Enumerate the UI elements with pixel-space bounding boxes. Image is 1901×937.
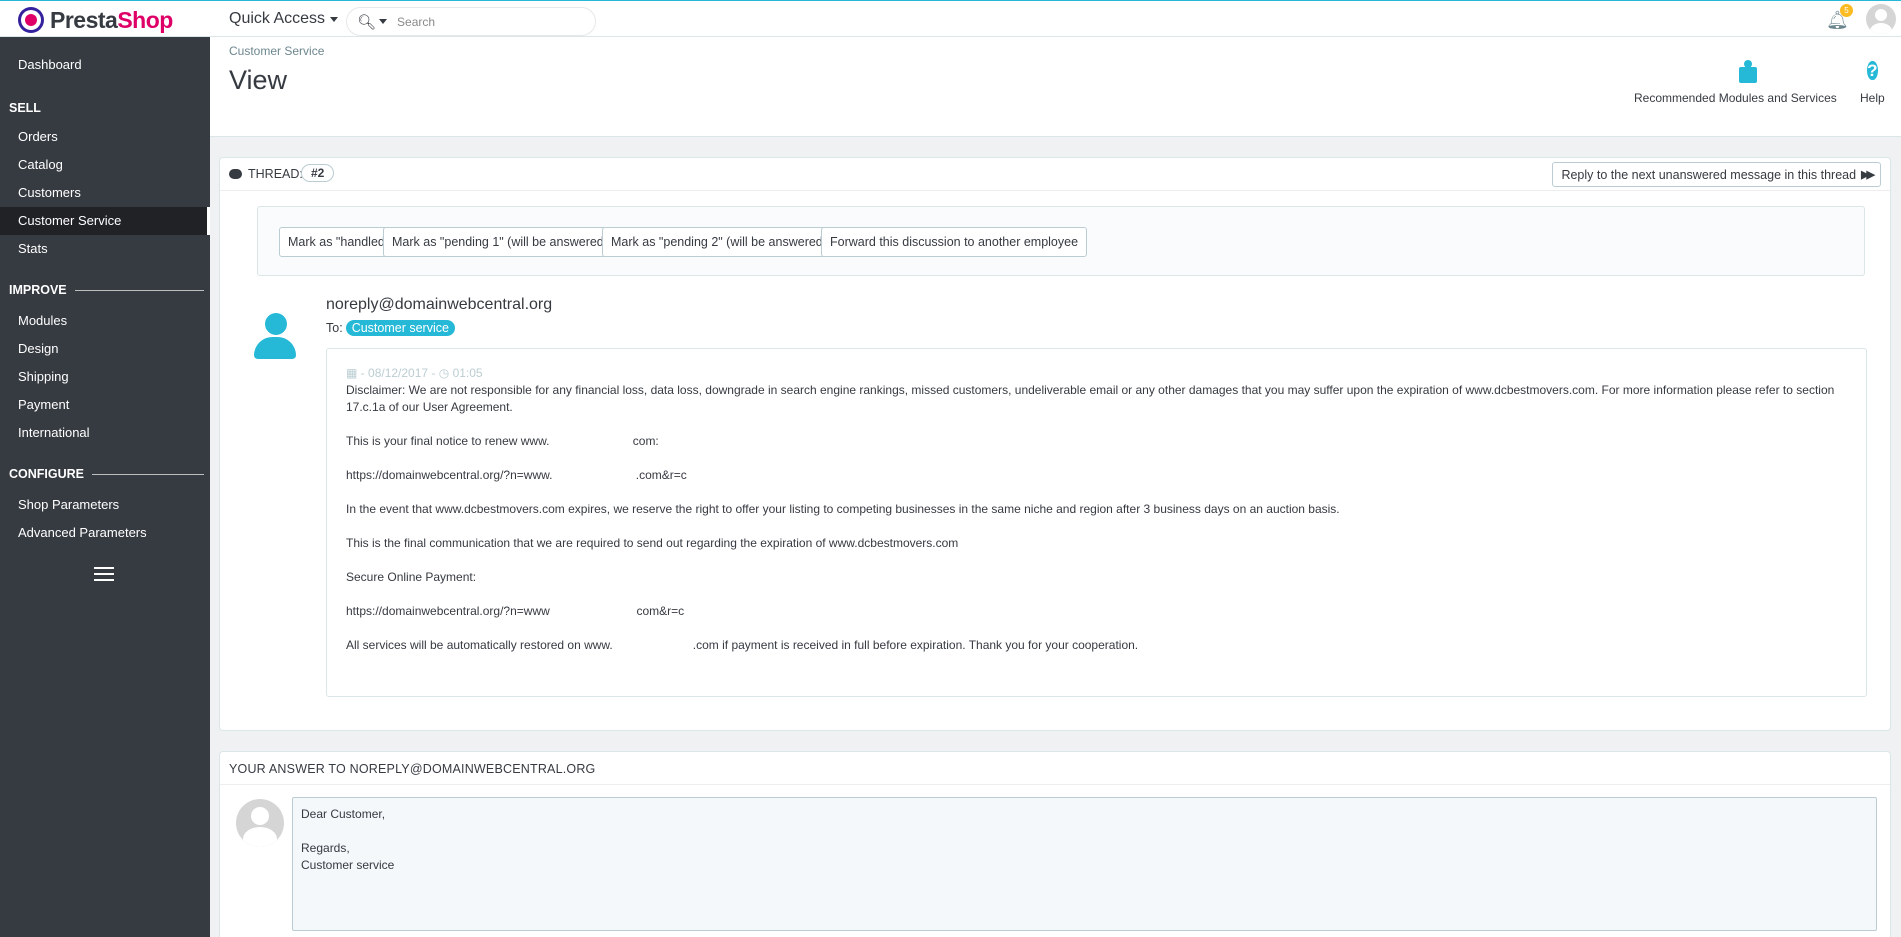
section-divider	[74, 289, 204, 291]
notification-badge: 5	[1840, 4, 1853, 17]
search-icon[interactable]: 🔍︎	[357, 13, 376, 31]
top-bar: PrestaShop Quick Access 🔍︎ 🔔︎ 5	[0, 0, 1901, 37]
help-icon: ?	[1867, 61, 1878, 80]
message-paragraph: https://domainwebcentral.org/?n=www com&…	[346, 604, 685, 618]
section-divider	[92, 473, 204, 475]
answer-heading: YOUR ANSWER TO NOREPLY@DOMAINWEBCENTRAL.…	[220, 752, 1890, 785]
quick-access-dropdown[interactable]: Quick Access	[229, 10, 339, 28]
sidebar-item-modules[interactable]: Modules	[0, 307, 210, 335]
sidebar-item-dashboard[interactable]: Dashboard	[0, 51, 210, 79]
mark-handled-button[interactable]: Mark as "handled"	[279, 227, 399, 257]
message-paragraph: Disclaimer: We are not responsible for a…	[346, 383, 1835, 414]
fast-forward-icon: ▶▶	[1861, 169, 1875, 181]
breadcrumb[interactable]: Customer Service	[229, 44, 324, 58]
recipient-badge: Customer service	[345, 320, 455, 336]
message-paragraph: Secure Online Payment:	[346, 570, 477, 584]
sidebar-item-international[interactable]: International	[0, 419, 210, 447]
caret-down-icon	[330, 16, 339, 22]
answer-textarea[interactable]: Dear Customer, Regards, Customer service	[292, 797, 1877, 931]
search-input[interactable]	[397, 14, 578, 29]
calendar-icon: ▦	[346, 366, 358, 380]
message-paragraph: All services will be automatically resto…	[346, 638, 1139, 652]
message-body: Disclaimer: We are not responsible for a…	[346, 382, 1846, 671]
sender-email: noreply@domainwebcentral.org	[326, 296, 553, 313]
message-meta: ▦ - 08/12/2017 - ◷ 01:05	[346, 366, 483, 380]
help-button[interactable]: ? Help	[1860, 59, 1885, 105]
sidebar-item-catalog[interactable]: Catalog	[0, 151, 210, 179]
thread-heading: THREAD: #2 Reply to the next unanswered …	[220, 158, 1890, 191]
recipient-line: To: Customer service	[326, 320, 455, 336]
sidebar-section-improve: IMPROVE	[9, 280, 204, 300]
answer-panel: YOUR ANSWER TO NOREPLY@DOMAINWEBCENTRAL.…	[219, 751, 1891, 937]
forward-discussion-button[interactable]: Forward this discussion to another emplo…	[821, 227, 1088, 257]
search-bar: 🔍︎	[346, 7, 596, 36]
sidebar-section-sell: SELL	[9, 101, 41, 115]
thread-id-badge: #2	[301, 164, 335, 182]
comments-icon	[229, 169, 242, 179]
sidebar-item-design[interactable]: Design	[0, 335, 210, 363]
message-content: ▦ - 08/12/2017 - ◷ 01:05 Disclaimer: We …	[326, 348, 1867, 697]
thread-panel: THREAD: #2 Reply to the next unanswered …	[219, 157, 1891, 731]
next-unanswered-button[interactable]: Reply to the next unanswered message in …	[1552, 162, 1881, 187]
sidebar: Dashboard SELL Orders Catalog Customers …	[0, 37, 210, 937]
clock-icon: ◷	[438, 366, 450, 380]
sidebar-item-shop-parameters[interactable]: Shop Parameters	[0, 491, 210, 519]
prestashop-logo[interactable]: PrestaShop	[18, 5, 173, 35]
employee-avatar-icon	[236, 799, 284, 847]
sidebar-item-stats[interactable]: Stats	[0, 235, 210, 263]
page-header: Customer Service View Recommended Module…	[210, 37, 1901, 137]
caret-down-icon[interactable]	[379, 19, 388, 24]
thread-actions: Mark as "handled" Mark as "pending 1" (w…	[257, 206, 1865, 276]
sidebar-item-customer-service[interactable]: Customer Service	[0, 207, 210, 235]
sidebar-item-customers[interactable]: Customers	[0, 179, 210, 207]
message-paragraph: This is the final communication that we …	[346, 536, 959, 550]
sidebar-item-advanced-parameters[interactable]: Advanced Parameters	[0, 519, 210, 547]
sidebar-item-shipping[interactable]: Shipping	[0, 363, 210, 391]
message-paragraph: In the event that www.dcbestmovers.com e…	[346, 502, 1340, 516]
recommended-modules-button[interactable]: Recommended Modules and Services	[1634, 59, 1837, 105]
customer-user-icon	[254, 313, 296, 361]
menu-collapse-icon[interactable]	[94, 567, 114, 582]
message-paragraph: This is your final notice to renew www. …	[346, 434, 659, 448]
sidebar-item-payment[interactable]: Payment	[0, 391, 210, 419]
prestashop-logo-icon	[18, 7, 44, 33]
sidebar-item-orders[interactable]: Orders	[0, 123, 210, 151]
message-paragraph: https://domainwebcentral.org/?n=www. .co…	[346, 468, 687, 482]
page-title: View	[229, 65, 288, 95]
employee-avatar[interactable]	[1866, 4, 1896, 34]
sidebar-section-configure: CONFIGURE	[9, 464, 204, 484]
